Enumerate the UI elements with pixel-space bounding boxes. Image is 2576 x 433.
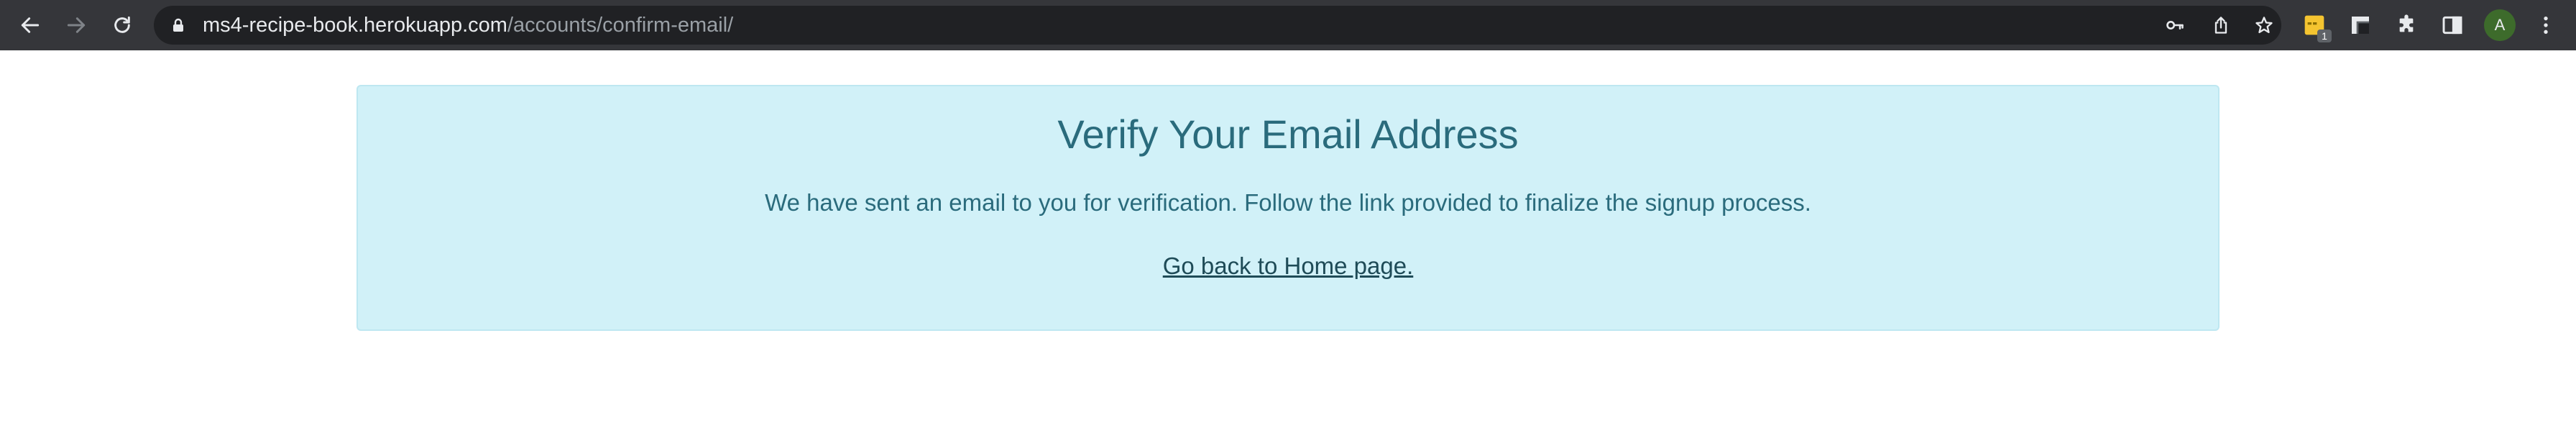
side-panel-button[interactable] xyxy=(2439,12,2465,38)
reload-icon xyxy=(114,16,130,33)
lock-icon xyxy=(173,18,183,32)
reload-button[interactable] xyxy=(106,9,138,41)
home-page-link[interactable]: Go back to Home page. xyxy=(358,250,2218,282)
password-key-button[interactable] xyxy=(2163,14,2186,37)
page-title: Verify Your Email Address xyxy=(1057,111,1519,157)
key-icon xyxy=(2166,21,2184,29)
puzzle-icon xyxy=(2399,14,2414,32)
arrow-left-icon xyxy=(21,17,40,33)
profile-avatar[interactable]: A xyxy=(2484,9,2516,41)
address-bar[interactable]: ms4-recipe-book.herokuapp.com/accounts/c… xyxy=(154,6,2281,45)
extension-badge: 1 xyxy=(2317,29,2332,42)
star-icon xyxy=(2255,17,2273,34)
bookmark-button[interactable] xyxy=(2253,14,2276,37)
side-panel-icon xyxy=(2442,16,2462,35)
frame-icon xyxy=(2352,17,2369,34)
back-button[interactable] xyxy=(14,9,46,41)
verification-message: We have sent an email to you for verific… xyxy=(765,189,1811,216)
url-path: /accounts/confirm-email/ xyxy=(507,14,734,37)
sticky-notes-extension[interactable]: 1 xyxy=(2301,12,2332,42)
browser-toolbar: ms4-recipe-book.herokuapp.com/accounts/c… xyxy=(0,0,2576,50)
url-host: ms4-recipe-book.herokuapp.com xyxy=(203,14,507,37)
share-button[interactable] xyxy=(2209,14,2232,37)
forward-button[interactable] xyxy=(60,9,92,41)
extensions-button[interactable] xyxy=(2393,12,2419,38)
browser-menu-button[interactable] xyxy=(2533,12,2559,38)
kebab-menu-icon xyxy=(2544,17,2548,34)
frame-extension[interactable] xyxy=(2347,12,2373,38)
share-icon xyxy=(2214,17,2227,34)
url-text[interactable]: ms4-recipe-book.herokuapp.com/accounts/c… xyxy=(203,6,733,45)
arrow-right-icon xyxy=(67,17,86,33)
verification-alert: Verify Your Email Address We have sent a… xyxy=(356,85,2220,331)
